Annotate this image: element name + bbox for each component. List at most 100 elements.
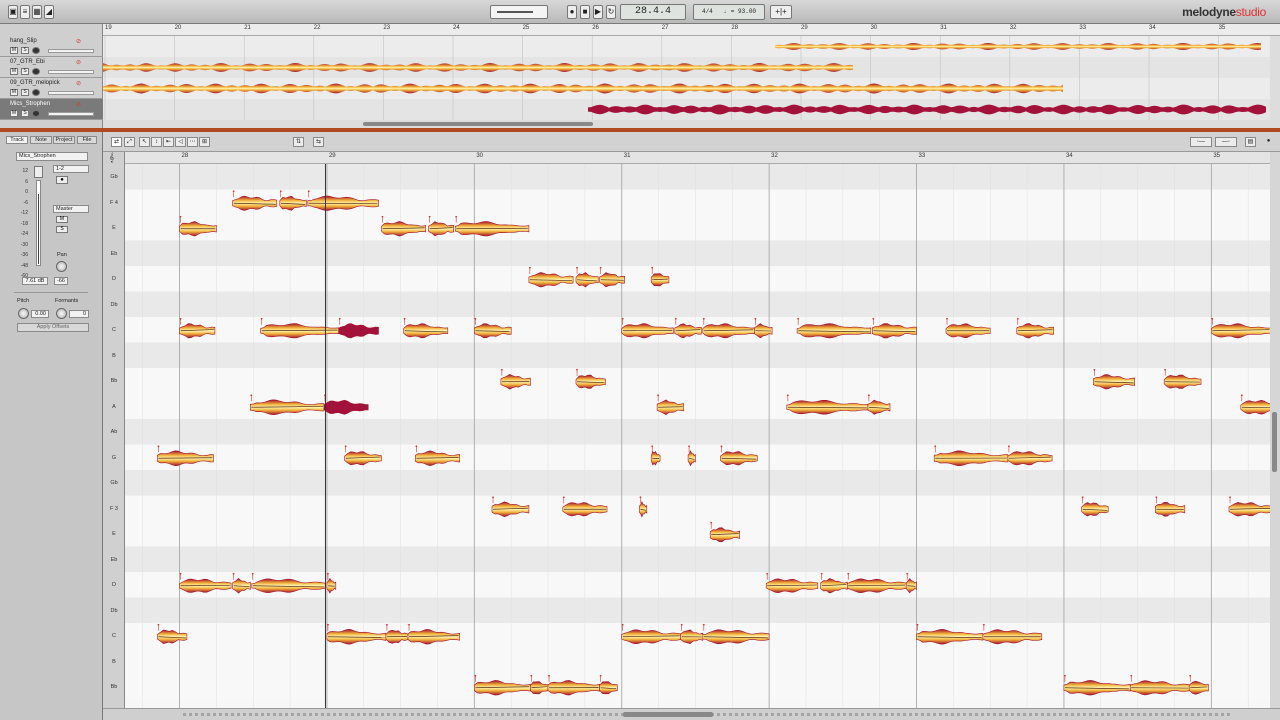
meter-scale-label: 0 (25, 189, 28, 195)
arrangement-scrollbar[interactable] (103, 120, 1280, 128)
pan-knob[interactable] (56, 261, 67, 272)
clef-icon: 𝄞 (109, 152, 115, 162)
volume-slider[interactable] (490, 5, 548, 19)
scroll-thumb[interactable] (363, 122, 593, 126)
tab-project[interactable]: Project (53, 136, 75, 144)
snap-icon[interactable]: +|+ (770, 5, 792, 19)
position-display[interactable]: 28.4.4 (620, 4, 686, 20)
pitch-value[interactable]: 0.00 (31, 310, 49, 318)
formants-value[interactable]: 0 (69, 310, 89, 318)
track-solo-button[interactable]: S (21, 110, 29, 117)
formants-knob[interactable] (56, 308, 67, 319)
arrangement-bar-number: 30 (870, 25, 878, 31)
quantize-icon[interactable]: ⇆ (313, 137, 324, 147)
apply-offsets-button[interactable]: Apply Offsets (17, 323, 89, 332)
inspector-solo-button[interactable]: S (56, 226, 68, 233)
arrangement-bar-number: 22 (313, 25, 321, 31)
formants-label: Formants (55, 298, 79, 304)
track-solo-button[interactable]: S (21, 68, 29, 75)
track-record-icon[interactable] (32, 68, 40, 75)
tab-file[interactable]: File (77, 136, 97, 144)
meter-scale-label: -30 (20, 241, 28, 248)
track-link-icon[interactable]: ⊘ (76, 59, 81, 66)
track-volume-slider[interactable] (48, 91, 94, 95)
track-mute-button[interactable]: M (10, 68, 18, 75)
editor-ruler[interactable]: 28 29 30 31 32 33 34 35 (125, 152, 1270, 164)
editor-bar-number: 34 (1065, 153, 1073, 159)
window-list-icon[interactable]: ▤ (1245, 137, 1256, 147)
track-volume-slider[interactable] (48, 112, 94, 116)
track-mute-button[interactable]: M (10, 47, 18, 54)
arrangement-bar-number: 35 (1218, 25, 1226, 31)
editor-bar-number: 31 (623, 153, 631, 159)
volume-fader-handle[interactable] (34, 166, 43, 178)
menu-icon[interactable]: ≡ (20, 5, 30, 19)
track-link-icon[interactable]: ⊘ (76, 38, 81, 45)
vscroll-thumb[interactable] (1272, 412, 1277, 472)
timing-tool-icon[interactable]: ⇤ (163, 137, 174, 147)
note-editor-grid[interactable] (125, 164, 1270, 708)
editor-vertical-scrollbar[interactable] (1270, 152, 1280, 708)
track-volume-slider[interactable] (48, 70, 94, 74)
stop-icon[interactable]: ■ (580, 5, 590, 19)
track-mute-button[interactable]: M (10, 110, 18, 117)
tempo-display[interactable]: 4/4 ♩ = 93.00 (693, 4, 765, 20)
editor-horizontal-scrollbar[interactable] (103, 708, 1280, 720)
record-arm-icon[interactable]: ● (56, 176, 68, 184)
meter-scale-label: -24 (20, 231, 28, 237)
track-header[interactable]: Mics_Strophen M S ⊘ (0, 99, 103, 120)
pointer-tool-icon[interactable]: ↖ (139, 137, 150, 147)
input-select[interactable]: 1-2 (53, 165, 89, 173)
pitch-knob[interactable] (18, 308, 29, 319)
formant-tool-icon[interactable]: ⊞ (199, 137, 210, 147)
pitch-label: G (111, 454, 117, 461)
pitch-ruler[interactable]: Gb F 4 E Eb D Db C B Bb A Ab G Gb F 3 E Eb D Db C B Bb 𝄞 (103, 152, 125, 708)
track-record-icon[interactable] (32, 89, 40, 96)
amplitude-tool-icon[interactable]: ◁ (175, 137, 186, 147)
arrangement-lanes[interactable] (103, 36, 1270, 120)
record-icon[interactable]: ● (567, 5, 577, 19)
panel-layout-icon[interactable]: ▣ (8, 5, 18, 19)
track-solo-button[interactable]: S (21, 89, 29, 96)
arrangement-bar-number: 20 (174, 25, 182, 31)
zoom-fit-icon[interactable]: ⤢ (124, 137, 135, 147)
pitch-label: Eb (110, 556, 118, 563)
pitch-row (125, 521, 1270, 547)
loop-icon[interactable]: ↻ (606, 5, 616, 19)
arrangement-ruler[interactable]: 19 20 21 22 23 24 25 26 27 28 29 30 31 32 33 34 35 (103, 24, 1280, 36)
track-header[interactable]: 07_GTR_Ebi M S ⊘ (0, 57, 103, 78)
track-record-icon[interactable] (32, 47, 40, 54)
track-link-icon[interactable]: ⊘ (76, 101, 81, 108)
blob-display-icon[interactable]: —◦ (1215, 137, 1237, 147)
track-mute-button[interactable]: M (10, 89, 18, 96)
hscroll-thumb[interactable] (623, 712, 713, 717)
arrangement-vertical-scrollbar[interactable] (1270, 36, 1280, 120)
track-record-icon[interactable] (32, 110, 40, 117)
arrangement-bar-number: 34 (1149, 25, 1156, 31)
track-volume-slider[interactable] (48, 49, 94, 53)
track-header[interactable]: 09_GTR_melopick M S ⊘ (0, 78, 103, 99)
track-name-field[interactable]: Mics_Strophen (16, 152, 88, 161)
grid-icon[interactable]: ▦ (32, 5, 42, 19)
track-header[interactable]: hang_Slip M S ⊘ (0, 36, 103, 57)
pitch-row (125, 215, 1270, 241)
play-icon[interactable]: ▶ (593, 5, 603, 19)
tab-note[interactable]: Note (30, 136, 52, 144)
track-link-icon[interactable]: ⊘ (76, 80, 81, 87)
pitch-row (125, 240, 1270, 266)
chart-icon[interactable]: ◢ (44, 5, 54, 19)
pitch-label: Db (110, 301, 118, 308)
settings-icon[interactable]: ● (1263, 137, 1274, 147)
link-icon[interactable]: ⇄ (111, 137, 122, 147)
correct-pitch-icon[interactable]: ⇅ (293, 137, 304, 147)
inspector-mute-button[interactable]: M (56, 216, 68, 223)
output-select[interactable]: Master (53, 205, 89, 213)
arrangement-bar-number: 29 (801, 25, 808, 31)
track-solo-button[interactable]: S (21, 47, 29, 54)
note-display-icon[interactable]: ◦— (1190, 137, 1212, 147)
pitch-tool-icon[interactable]: ↕ (151, 137, 162, 147)
pitch-label: Bb (110, 684, 118, 690)
tab-track[interactable]: Track (6, 136, 28, 144)
separation-tool-icon[interactable]: ⋯ (187, 137, 198, 147)
volume-fader[interactable] (36, 180, 41, 266)
